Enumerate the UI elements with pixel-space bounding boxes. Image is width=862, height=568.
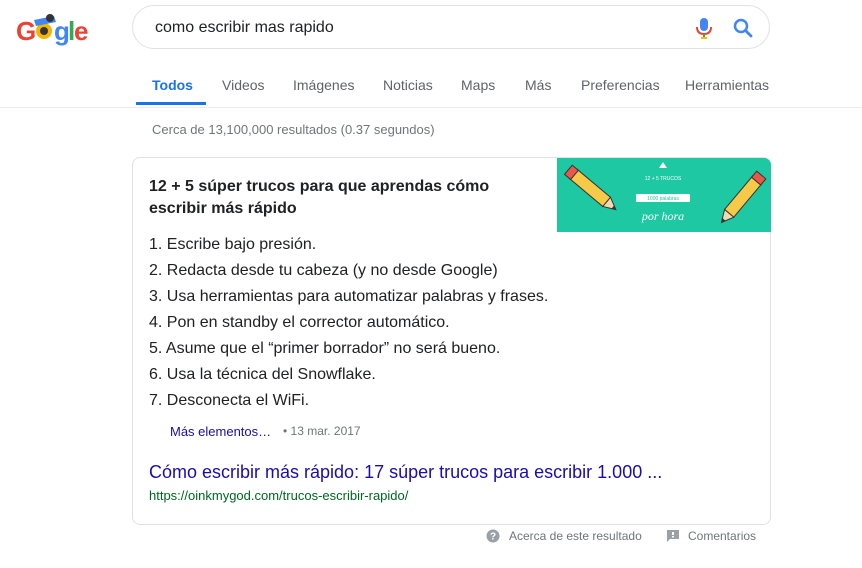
list-item: 6. Usa la técnica del Snowflake. bbox=[149, 366, 376, 383]
tab-maps[interactable]: Maps bbox=[461, 77, 495, 93]
tab-preferencias[interactable]: Preferencias bbox=[581, 77, 660, 93]
tab-mas[interactable]: Más bbox=[525, 77, 551, 93]
list-item: 5. Asume que el “primer borrador” no ser… bbox=[149, 340, 501, 357]
tab-noticias[interactable]: Noticias bbox=[383, 77, 433, 93]
svg-text:G: G bbox=[16, 16, 36, 46]
doodle-logo-icon: G g l e bbox=[16, 14, 88, 46]
list-item: 7. Desconecta el WiFi. bbox=[149, 392, 310, 409]
about-result-link[interactable]: Acerca de este resultado bbox=[509, 529, 642, 543]
svg-text:e: e bbox=[74, 16, 88, 46]
svg-text:?: ? bbox=[490, 532, 496, 543]
snippet-list: 1. Escribe bajo presión. 2. Redacta desd… bbox=[149, 232, 548, 414]
snippet-image[interactable]: 12 + 5 TRUCOS 1000 palabras por hora bbox=[557, 158, 771, 232]
featured-snippet: 12 + 5 súper trucos para que aprendas có… bbox=[132, 157, 771, 525]
feedback-link[interactable]: Comentarios bbox=[688, 529, 756, 543]
result-stats: Cerca de 13,100,000 resultados (0.37 seg… bbox=[152, 122, 435, 137]
snippet-date: • 13 mar. 2017 bbox=[283, 424, 361, 438]
search-tabs: Todos Videos Imágenes Noticias Maps Más … bbox=[0, 64, 862, 108]
search-icon[interactable] bbox=[731, 16, 755, 40]
active-tab-indicator bbox=[136, 102, 206, 105]
list-item: 3. Usa herramientas para automatizar pal… bbox=[149, 288, 549, 305]
tab-herramientas[interactable]: Herramientas bbox=[685, 77, 769, 93]
result-url: https://oinkmygod.com/trucos-escribir-ra… bbox=[149, 488, 409, 503]
snippet-title: 12 + 5 súper trucos para que aprendas có… bbox=[149, 178, 490, 217]
tab-imagenes[interactable]: Imágenes bbox=[293, 77, 354, 93]
tab-videos[interactable]: Videos bbox=[222, 77, 265, 93]
help-icon[interactable]: ? bbox=[486, 529, 500, 543]
google-logo[interactable]: G g l e bbox=[16, 10, 88, 48]
list-item: 2. Redacta desde tu cabeza (y no desde G… bbox=[149, 262, 498, 279]
search-box bbox=[132, 5, 770, 49]
svg-text:12 + 5 TRUCOS: 12 + 5 TRUCOS bbox=[645, 176, 682, 182]
search-input[interactable] bbox=[153, 14, 677, 42]
pencil-icon bbox=[563, 164, 617, 211]
list-item: 1. Escribe bajo presión. bbox=[149, 236, 317, 253]
result-title-link[interactable]: Cómo escribir más rápido: 17 súper truco… bbox=[149, 462, 662, 483]
microphone-icon[interactable] bbox=[693, 16, 715, 40]
tab-todos[interactable]: Todos bbox=[152, 77, 193, 93]
date-text: 13 mar. 2017 bbox=[290, 424, 361, 438]
more-items-link[interactable]: Más elementos… bbox=[170, 424, 271, 439]
list-item: 4. Pon en standby el corrector automátic… bbox=[149, 314, 450, 331]
svg-text:1000 palabras: 1000 palabras bbox=[647, 196, 679, 202]
feedback-icon[interactable] bbox=[666, 529, 680, 543]
svg-text:por hora: por hora bbox=[641, 209, 684, 223]
